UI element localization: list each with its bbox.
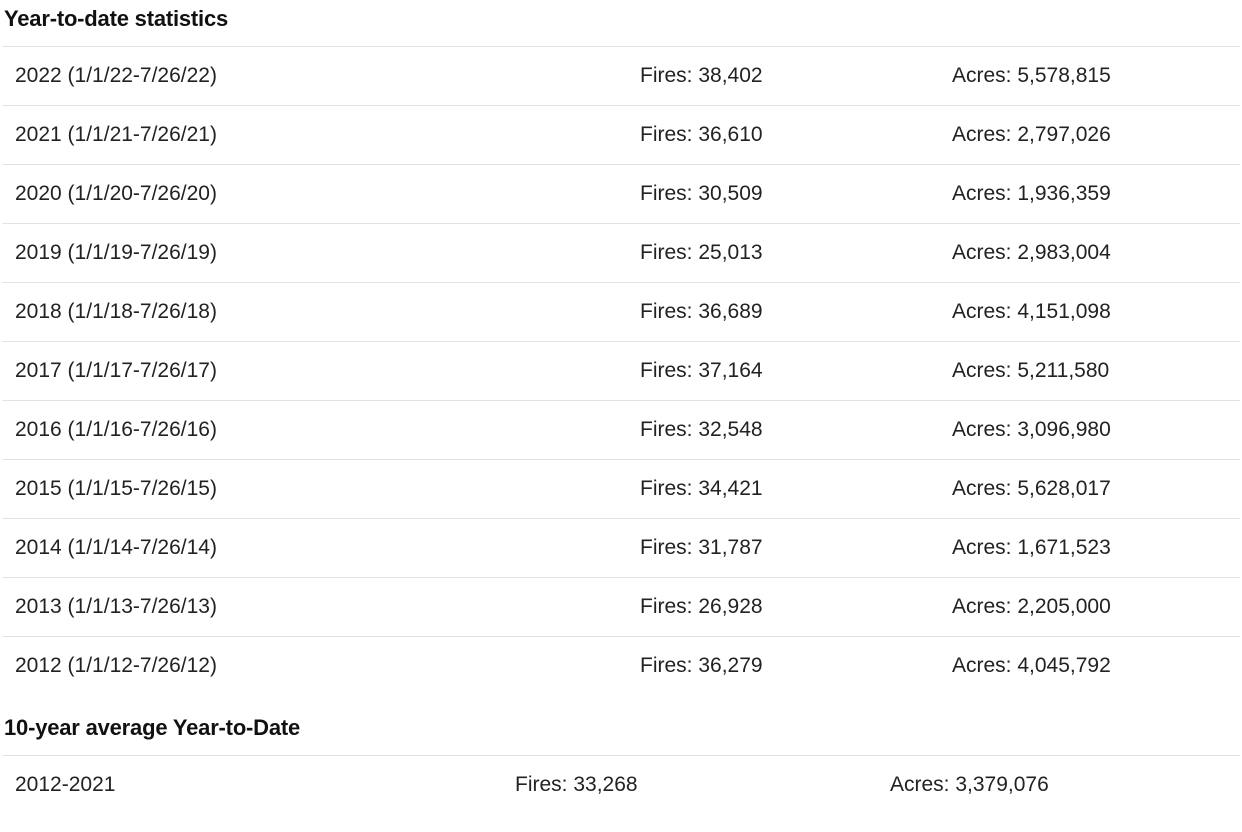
table-row: 2019 (1/1/19-7/26/19) Fires: 25,013 Acre…	[2, 224, 1240, 283]
section-title-average: 10-year average Year-to-Date	[4, 715, 301, 740]
fires-cell: Fires: 32,548	[640, 418, 763, 441]
table-row: 2016 (1/1/16-7/26/16) Fires: 32,548 Acre…	[2, 401, 1240, 460]
acres-cell: Acres: 3,096,980	[952, 418, 1111, 441]
period-cell: 2012 (1/1/12-7/26/12)	[15, 654, 217, 677]
acres-cell: Acres: 1,671,523	[952, 536, 1111, 559]
period-cell: 2022 (1/1/22-7/26/22)	[15, 64, 217, 87]
table-row: 2020 (1/1/20-7/26/20) Fires: 30,509 Acre…	[2, 165, 1240, 224]
fires-cell: Fires: 31,787	[640, 536, 763, 559]
acres-cell: Acres: 5,578,815	[952, 64, 1111, 87]
table-row: 2014 (1/1/14-7/26/14) Fires: 31,787 Acre…	[2, 519, 1240, 578]
period-cell: 2018 (1/1/18-7/26/18)	[15, 300, 217, 323]
table-row: 2013 (1/1/13-7/26/13) Fires: 26,928 Acre…	[2, 578, 1240, 637]
fires-cell: Fires: 38,402	[640, 64, 763, 87]
acres-cell: Acres: 3,379,076	[890, 773, 1049, 796]
fires-cell: Fires: 26,928	[640, 595, 763, 618]
acres-cell: Acres: 5,628,017	[952, 477, 1111, 500]
table-row: 2015 (1/1/15-7/26/15) Fires: 34,421 Acre…	[2, 460, 1240, 519]
fires-cell: Fires: 34,421	[640, 477, 763, 500]
period-cell: 2013 (1/1/13-7/26/13)	[15, 595, 217, 618]
ytd-stats-table: 2022 (1/1/22-7/26/22) Fires: 38,402 Acre…	[2, 46, 1240, 695]
period-cell: 2015 (1/1/15-7/26/15)	[15, 477, 217, 500]
acres-cell: Acres: 4,151,098	[952, 300, 1111, 323]
acres-cell: Acres: 2,205,000	[952, 595, 1111, 618]
table-row: 2021 (1/1/21-7/26/21) Fires: 36,610 Acre…	[2, 106, 1240, 165]
acres-cell: Acres: 4,045,792	[952, 654, 1111, 677]
fires-cell: Fires: 36,689	[640, 300, 763, 323]
table-row: 2018 (1/1/18-7/26/18) Fires: 36,689 Acre…	[2, 283, 1240, 342]
fires-cell: Fires: 25,013	[640, 241, 763, 264]
fires-cell: Fires: 36,610	[640, 123, 763, 146]
table-row: 2017 (1/1/17-7/26/17) Fires: 37,164 Acre…	[2, 342, 1240, 401]
period-cell: 2019 (1/1/19-7/26/19)	[15, 241, 217, 264]
period-cell: 2016 (1/1/16-7/26/16)	[15, 418, 217, 441]
table-row: 2012 (1/1/12-7/26/12) Fires: 36,279 Acre…	[2, 637, 1240, 695]
acres-cell: Acres: 5,211,580	[952, 359, 1110, 382]
period-cell: 2014 (1/1/14-7/26/14)	[15, 536, 217, 559]
acres-cell: Acres: 2,797,026	[952, 123, 1111, 146]
period-cell: 2012-2021	[15, 773, 116, 796]
acres-cell: Acres: 2,983,004	[952, 241, 1111, 264]
fires-cell: Fires: 36,279	[640, 654, 763, 677]
average-stats-table: 2012-2021 Fires: 33,268 Acres: 3,379,076	[2, 755, 1240, 814]
period-cell: 2021 (1/1/21-7/26/21)	[15, 123, 217, 146]
fires-cell: Fires: 33,268	[515, 773, 638, 796]
section-title-ytd: Year-to-date statistics	[4, 6, 229, 31]
fires-cell: Fires: 30,509	[640, 182, 763, 205]
fires-cell: Fires: 37,164	[640, 359, 763, 382]
page: Year-to-date statistics 2022 (1/1/22-7/2…	[0, 0, 1242, 832]
table-row: 2022 (1/1/22-7/26/22) Fires: 38,402 Acre…	[2, 47, 1240, 106]
period-cell: 2017 (1/1/17-7/26/17)	[15, 359, 217, 382]
acres-cell: Acres: 1,936,359	[952, 182, 1111, 205]
table-row: 2012-2021 Fires: 33,268 Acres: 3,379,076	[2, 756, 1240, 814]
period-cell: 2020 (1/1/20-7/26/20)	[15, 182, 217, 205]
